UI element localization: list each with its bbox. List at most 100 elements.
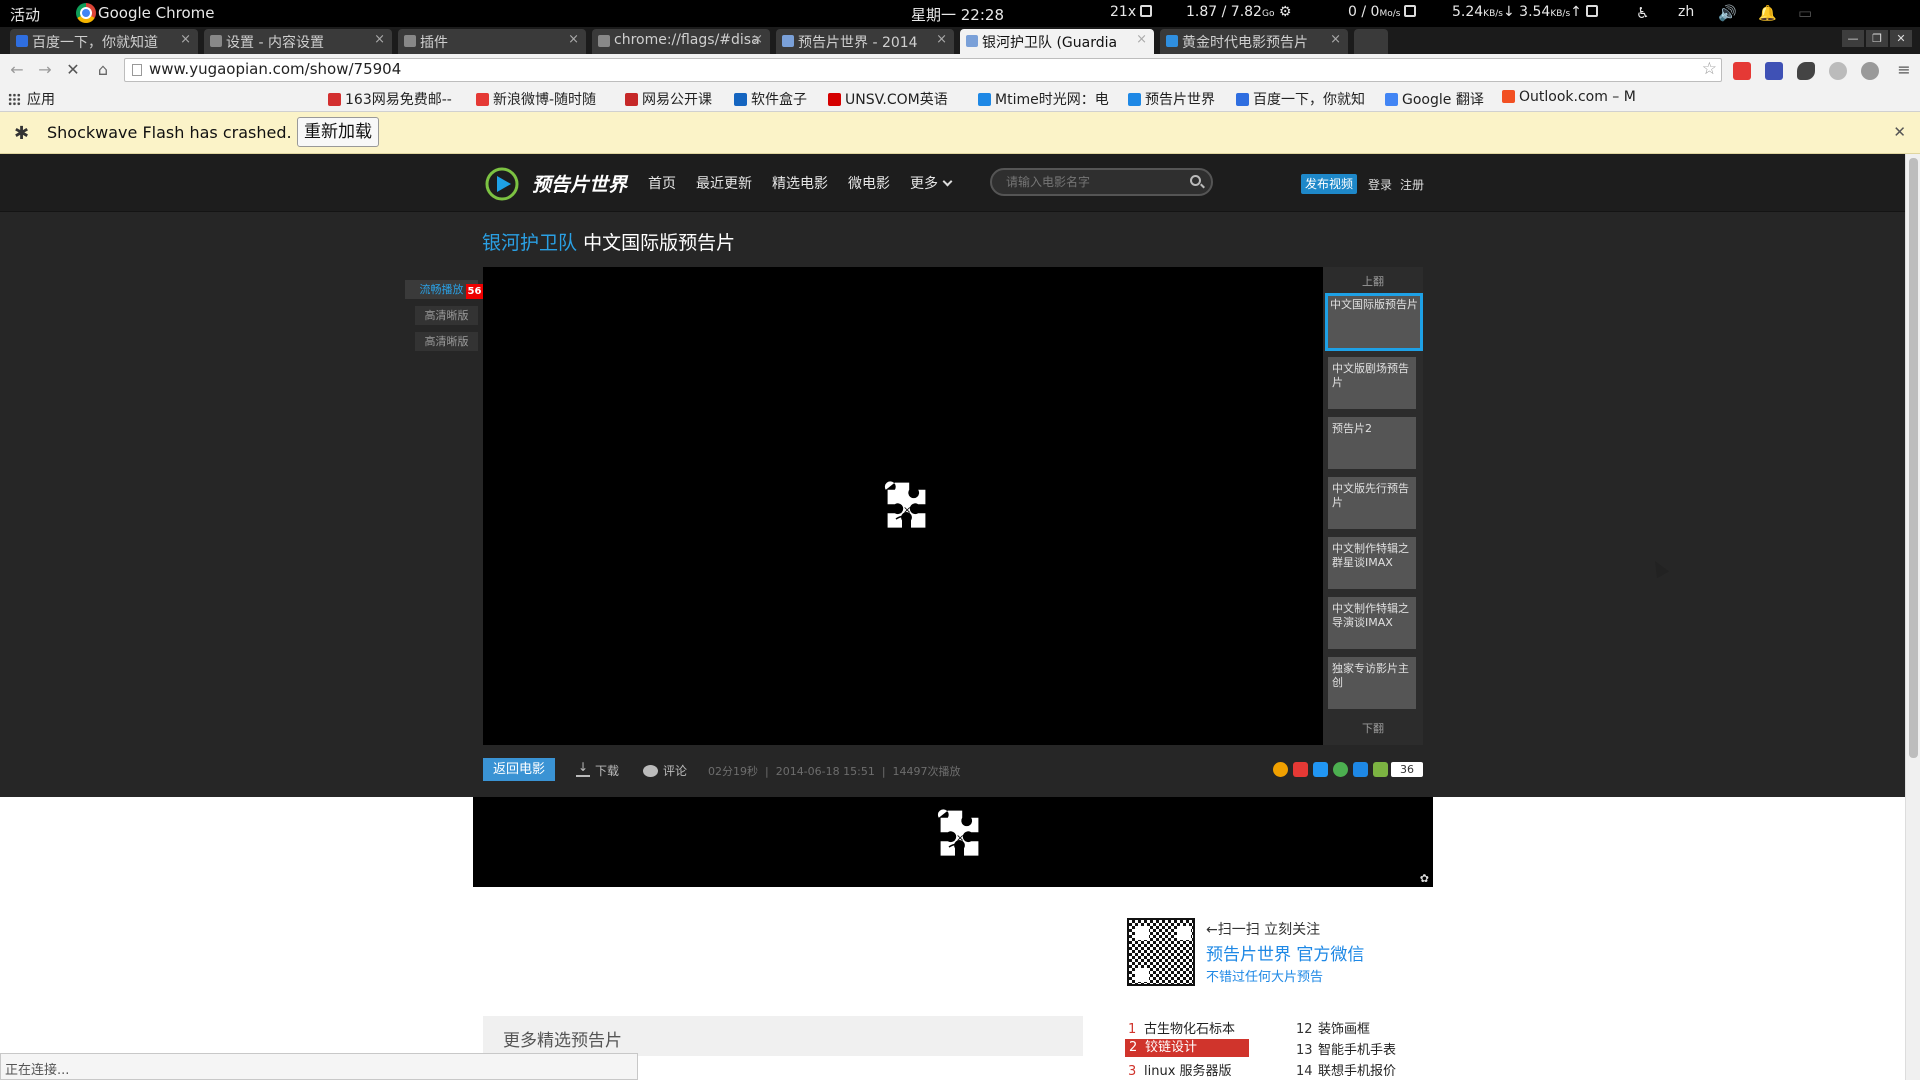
profile-icon[interactable] <box>1861 62 1879 80</box>
playlist-item[interactable]: 预告片2 <box>1328 417 1416 469</box>
source-hd-button[interactable]: 高清晰版 <box>415 332 478 351</box>
flags-favicon-icon <box>598 35 610 47</box>
activities-button[interactable]: 活动 <box>10 4 40 25</box>
login-link[interactable]: 登录 <box>1368 176 1392 193</box>
message-icon[interactable]: ▭ <box>1798 4 1812 22</box>
close-icon[interactable]: × <box>374 32 385 47</box>
bookmark-weibo[interactable]: 新浪微博-随时随 <box>476 89 596 109</box>
ad-banner[interactable]: × × ✿ <box>473 797 1433 887</box>
playlist-item[interactable]: 中文版剧场预告片 <box>1328 357 1416 409</box>
favicon-icon <box>1385 93 1398 106</box>
bookmark-software-box[interactable]: 软件盒子 <box>734 89 807 109</box>
extension-icon[interactable] <box>1765 62 1783 80</box>
input-method[interactable]: zh <box>1678 4 1694 20</box>
nav-more[interactable]: 更多 <box>910 173 953 193</box>
nav-home[interactable]: 首页 <box>648 173 676 193</box>
close-icon[interactable]: × <box>180 32 191 47</box>
bookmark-baidu[interactable]: 百度一下，你就知 <box>1236 89 1365 109</box>
menu-icon[interactable]: ≡ <box>1893 59 1915 81</box>
clock[interactable]: 星期一 22:28 <box>911 4 1004 25</box>
qzone-share-icon[interactable] <box>1273 762 1288 777</box>
nav-latest[interactable]: 最近更新 <box>696 173 752 193</box>
site-logo-icon[interactable] <box>485 167 527 201</box>
forward-arrow-icon[interactable]: → <box>34 59 56 81</box>
close-icon[interactable]: × <box>1330 32 1341 47</box>
address-bar[interactable]: www.yugaopian.com/show/75904 ☆ <box>124 58 1722 82</box>
renren-share-icon[interactable] <box>1353 762 1368 777</box>
bookmark-163-open[interactable]: 网易公开课 <box>625 89 712 109</box>
register-link[interactable]: 注册 <box>1400 176 1424 193</box>
tab-yugaopian[interactable]: 预告片世界 - 2014 × <box>776 29 954 54</box>
wechat-title[interactable]: 预告片世界 官方微信 <box>1206 940 1364 965</box>
close-icon[interactable]: ✕ <box>1893 123 1906 141</box>
tab-flags[interactable]: chrome://flags/#disa × <box>592 29 770 54</box>
extension-icon[interactable] <box>1829 62 1847 80</box>
download-button[interactable]: 下载 <box>576 760 619 779</box>
home-icon[interactable]: ⌂ <box>92 59 114 81</box>
favicon-icon <box>328 93 341 106</box>
playlist-item[interactable]: 中文版先行预告片 <box>1328 477 1416 529</box>
favicon-icon <box>734 93 747 106</box>
ranking-item-highlighted[interactable]: 2 铰链设计 <box>1125 1039 1249 1057</box>
bookmark-mtime[interactable]: Mtime时光网：电 <box>978 89 1109 109</box>
bookmark-163[interactable]: 163网易免费邮-- <box>328 89 452 109</box>
nav-micro-film[interactable]: 微电影 <box>848 173 890 193</box>
accessibility-icon[interactable]: ♿ <box>1636 4 1649 22</box>
tab-baidu[interactable]: 百度一下，你就知道 × <box>10 29 198 54</box>
weibo-extension-icon[interactable] <box>1733 62 1751 80</box>
app-menu[interactable]: Google Chrome <box>98 4 215 22</box>
video-player[interactable]: × × <box>483 267 1323 745</box>
stop-icon[interactable]: ✕ <box>62 59 84 81</box>
playlist-item[interactable]: 独家专访影片主创 <box>1328 657 1416 709</box>
wechat-share-icon[interactable] <box>1333 762 1348 777</box>
ranking-item[interactable]: 12 装饰画框 <box>1296 1018 1370 1037</box>
playlist-prev-button[interactable]: 上翻 <box>1323 273 1423 289</box>
restore-button[interactable]: ❐ <box>1866 30 1888 47</box>
volume-icon[interactable]: 🔊 <box>1718 4 1737 22</box>
search-input[interactable] <box>990 168 1213 196</box>
bookmark-star-icon[interactable]: ☆ <box>1702 59 1717 79</box>
puzzle-extension-icon[interactable] <box>1797 62 1815 80</box>
comment-button[interactable]: 评论 <box>643 762 687 779</box>
close-icon[interactable]: × <box>752 32 763 47</box>
tab-settings[interactable]: 设置 - 内容设置 × <box>204 29 392 54</box>
playlist-item[interactable]: 中文国际版预告片 <box>1325 293 1423 351</box>
notification-icon[interactable]: 🔔 <box>1758 4 1777 22</box>
close-icon[interactable]: × <box>1136 32 1147 47</box>
close-icon[interactable]: × <box>568 32 579 47</box>
nav-featured[interactable]: 精选电影 <box>772 173 828 193</box>
site-logo-text[interactable]: 预告片世界 <box>532 170 627 197</box>
playlist-item[interactable]: 中文制作特辑之导演谈IMAX <box>1328 597 1416 649</box>
bookmark-yugaopian[interactable]: 预告片世界 <box>1128 89 1215 109</box>
minimize-button[interactable]: — <box>1842 30 1864 47</box>
source-hd-button[interactable]: 高清晰版 <box>415 306 478 325</box>
publish-video-button[interactable]: 发布视频 <box>1301 174 1358 194</box>
bookmark-unsv[interactable]: UNSV.COM英语 <box>828 89 948 109</box>
tencent-share-icon[interactable] <box>1313 762 1328 777</box>
tab-guardians[interactable]: 银河护卫队 (Guardia × <box>960 29 1154 54</box>
ranking-item[interactable]: 1 古生物化石标本 <box>1128 1018 1235 1037</box>
page-scrollbar[interactable] <box>1905 154 1920 1080</box>
tab-golden-era[interactable]: 黄金时代电影预告片 × <box>1160 29 1348 54</box>
scrollbar-thumb[interactable] <box>1909 158 1918 758</box>
ranking-item[interactable]: 14 联想手机报价 <box>1296 1060 1396 1079</box>
search-icon[interactable] <box>1190 175 1201 186</box>
reload-button[interactable]: 重新加载 <box>297 117 379 147</box>
playlist-item[interactable]: 中文制作特辑之群星谈IMAX <box>1328 537 1416 589</box>
new-tab-button[interactable] <box>1354 29 1388 54</box>
ranking-item[interactable]: 3 linux 服务器版 <box>1128 1060 1232 1079</box>
more-trailers-section: 更多精选预告片 <box>483 1016 1083 1056</box>
bookmark-outlook[interactable]: Outlook.com – M <box>1502 89 1636 105</box>
more-share-icon[interactable] <box>1373 762 1388 777</box>
back-arrow-icon[interactable]: ← <box>6 59 28 81</box>
ranking-item[interactable]: 13 智能手机手表 <box>1296 1039 1396 1058</box>
playlist-next-button[interactable]: 下翻 <box>1323 720 1423 736</box>
movie-name-link[interactable]: 银河护卫队 <box>482 232 577 254</box>
weibo-share-icon[interactable] <box>1293 762 1308 777</box>
back-to-movie-button[interactable]: 返回电影 <box>483 758 555 781</box>
apps-shortcut[interactable]: 应用 <box>8 89 55 109</box>
close-window-button[interactable]: ✕ <box>1890 30 1912 47</box>
tab-plugins[interactable]: 插件 × <box>398 29 586 54</box>
close-icon[interactable]: × <box>936 32 947 47</box>
bookmark-google-translate[interactable]: Google 翻译 <box>1385 89 1484 109</box>
